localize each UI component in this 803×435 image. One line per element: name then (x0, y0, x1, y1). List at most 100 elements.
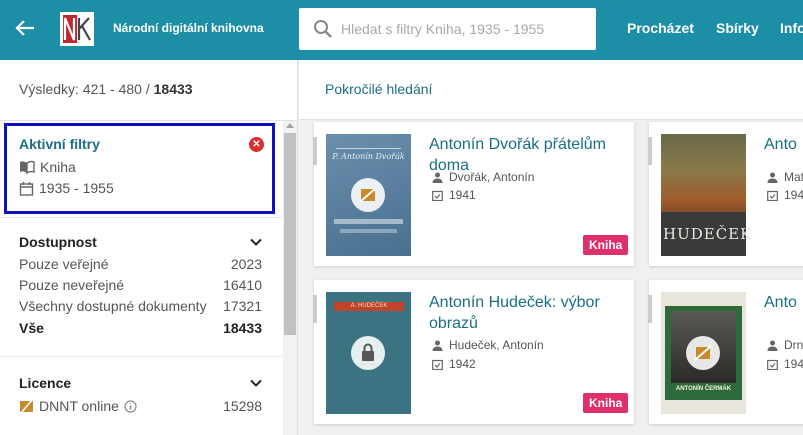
nav-info[interactable]: Info (780, 20, 803, 36)
calendar-check-icon (432, 190, 443, 201)
filter-label: 1935 - 1955 (39, 180, 114, 196)
info-icon[interactable] (124, 399, 137, 413)
card-title[interactable]: Antonín Hudeček: výbor obrazů (429, 292, 619, 334)
result-card[interactable]: HUDEČEK Anto Mat 194 (648, 122, 803, 266)
option-count: 16410 (223, 277, 262, 293)
card-year: 1941 (432, 188, 476, 202)
book-icon (20, 160, 35, 174)
nav-collections[interactable]: Sbírky (716, 20, 759, 36)
chevron-down-icon[interactable] (250, 236, 262, 248)
person-icon (767, 172, 778, 183)
book-cover[interactable]: ANTONÍN ČERMÁK (661, 292, 746, 414)
advanced-search-bar: Pokročilé hledání (299, 60, 803, 120)
year: 194 (784, 357, 803, 371)
restricted-image-icon (20, 398, 33, 414)
card-edge (313, 295, 317, 323)
results-total: 18433 (153, 81, 193, 97)
option-label: DNNT online (39, 398, 119, 414)
nav-browse[interactable]: Procházet (627, 20, 694, 36)
divider (0, 356, 283, 357)
restricted-access-icon (351, 178, 385, 212)
card-year: 194 (767, 357, 803, 371)
search-input[interactable] (341, 18, 586, 40)
card-year: 1942 (432, 357, 476, 371)
availability-option[interactable]: Všechny dostupné dokumenty 17321 (19, 298, 262, 314)
option-label: Všechny dostupné dokumenty (19, 298, 207, 314)
result-card[interactable]: P. Antonín Dvořák Antonín Dvořák přátelů… (313, 122, 634, 266)
availability-title[interactable]: Dostupnost (19, 234, 97, 250)
clear-filters-icon[interactable]: ✕ (249, 137, 264, 152)
option-count: 2023 (230, 256, 262, 272)
author-name: Drn (784, 338, 803, 352)
author-name: Hudeček, Antonín (449, 338, 544, 352)
calendar-icon (19, 181, 34, 196)
option-count: 17321 (223, 298, 262, 314)
year: 1942 (449, 357, 476, 371)
license-option[interactable]: DNNT online 15298 (19, 398, 262, 414)
card-author: Dvořák, Antonín (432, 170, 534, 184)
author-name: Mat (784, 170, 803, 184)
option-label: Pouze neveřejné (19, 277, 125, 293)
license-title[interactable]: Licence (19, 375, 71, 391)
scrollbar-thumb[interactable] (284, 133, 296, 335)
availability-option[interactable]: Pouze veřejné 2023 (19, 256, 262, 272)
card-year: 194 (767, 188, 803, 202)
card-author: Drn (767, 338, 803, 352)
scroll-up-arrow-icon[interactable] (286, 123, 294, 128)
lock-icon (351, 336, 385, 370)
card-edge (648, 295, 652, 323)
card-edge (648, 137, 652, 165)
cover-title: ANTONÍN ČERMÁK (675, 386, 732, 392)
results-range: Výsledky: 421 - 480 / (19, 81, 150, 97)
book-cover[interactable]: A. HUDEČEK (326, 292, 411, 414)
divider (0, 120, 298, 121)
chevron-down-icon[interactable] (250, 377, 262, 389)
author-name: Dvořák, Antonín (449, 170, 535, 184)
cover-title: A. HUDEČEK (350, 303, 388, 309)
year: 194 (784, 188, 803, 202)
card-title[interactable]: Anto (764, 292, 803, 313)
back-arrow-icon[interactable] (14, 17, 38, 41)
book-cover[interactable]: P. Antonín Dvořák (326, 134, 411, 256)
filter-label: Kniha (40, 159, 76, 175)
advanced-search-link[interactable]: Pokročilé hledání (325, 81, 432, 97)
nk-logo[interactable] (60, 12, 94, 46)
cover-rule (336, 148, 401, 149)
restricted-access-icon (686, 336, 720, 370)
brand-name[interactable]: Národní digitální knihovna (113, 21, 264, 35)
results-area: Pokročilé hledání P. Antonín Dvořák Anto… (299, 60, 803, 435)
active-filters-title: Aktivní filtry (19, 136, 100, 152)
card-author: Mat (767, 170, 803, 184)
filter-doctype[interactable]: Kniha (19, 159, 76, 175)
calendar-check-icon (767, 190, 778, 201)
option-count: 18433 (223, 320, 262, 336)
filter-date[interactable]: 1935 - 1955 (19, 180, 114, 196)
calendar-check-icon (767, 359, 778, 370)
top-bar: Národní digitální knihovna Procházet Sbí… (0, 0, 803, 60)
result-card[interactable]: ANTONÍN ČERMÁK Anto Drn 194 (648, 280, 803, 424)
option-label: Vše (19, 320, 44, 336)
person-icon (767, 340, 778, 351)
doctype-badge: Kniha (583, 235, 629, 255)
cover-title: HUDEČEK (663, 225, 753, 243)
availability-option[interactable]: Pouze neveřejné 16410 (19, 277, 262, 293)
book-cover[interactable]: HUDEČEK (661, 134, 753, 256)
person-icon (432, 340, 443, 351)
card-edge (313, 137, 317, 165)
year: 1941 (449, 188, 476, 202)
option-label: Pouze veřejné (19, 256, 109, 272)
availability-option-selected[interactable]: Vše 18433 (19, 320, 262, 336)
result-card[interactable]: A. HUDEČEK Antonín Hudeček: výbor obrazů… (313, 280, 634, 424)
search-icon (314, 20, 332, 38)
doctype-badge: Kniha (583, 393, 629, 413)
cover-band (334, 219, 403, 224)
divider (0, 217, 283, 218)
card-title[interactable]: Anto (764, 134, 803, 155)
option-count: 15298 (223, 398, 262, 414)
sidebar: Výsledky: 421 - 480 / 18433 Aktivní filt… (0, 60, 298, 435)
results-count: Výsledky: 421 - 480 / 18433 (19, 81, 193, 97)
calendar-check-icon (432, 359, 443, 370)
search-box[interactable] (299, 8, 596, 50)
person-icon (432, 172, 443, 183)
cover-band (340, 229, 397, 233)
